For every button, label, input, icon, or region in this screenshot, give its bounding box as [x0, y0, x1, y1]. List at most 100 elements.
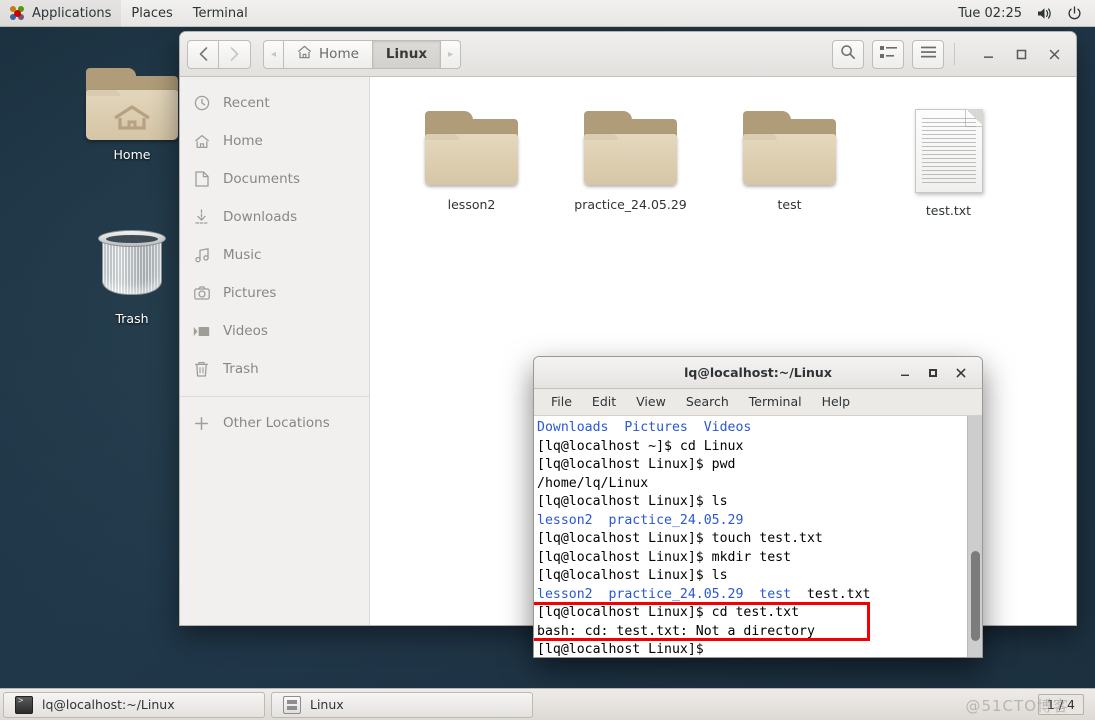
top-panel: Applications Places Terminal Tue 02:25	[0, 0, 1095, 27]
folder-icon	[582, 109, 679, 187]
taskbar-item-file-manager-label: Linux	[310, 697, 344, 712]
search-button[interactable]	[832, 39, 864, 69]
home-icon	[297, 45, 312, 63]
sidebar-item-home[interactable]: Home	[180, 122, 369, 160]
breadcrumb-scroll-left[interactable]: ◂	[263, 39, 285, 69]
file-item-label: lesson2	[447, 197, 496, 212]
terminal-maximize-button[interactable]	[922, 362, 944, 384]
minimize-button[interactable]	[973, 39, 1003, 69]
terminal-line: lesson2 practice_24.05.29	[537, 512, 744, 528]
sidebar-item-trash-label: Trash	[223, 361, 259, 377]
sidebar-item-documents-label: Documents	[223, 171, 300, 187]
terminal-window: lq@localhost:~/Linux File Edit View Sear…	[533, 356, 983, 658]
terminal-line: lesson2 practice_24.05.29 test test.txt	[537, 586, 871, 602]
sidebar-item-recent-label: Recent	[223, 95, 270, 111]
desktop-icon-home[interactable]: Home	[77, 68, 187, 162]
menu-search[interactable]: Search	[677, 389, 738, 415]
file-item-label: test	[777, 197, 802, 212]
terminal-line: /home/lq/Linux	[537, 475, 649, 491]
sidebar-item-music[interactable]: Music	[180, 236, 369, 274]
taskbar-item-file-manager[interactable]: Linux	[271, 691, 533, 718]
breadcrumb-item-linux-label: Linux	[385, 46, 428, 62]
video-icon	[193, 323, 210, 340]
desktop-icon-trash-label: Trash	[115, 311, 149, 326]
breadcrumb-item-home-label: Home	[319, 46, 359, 62]
window-controls	[973, 39, 1069, 69]
file-item-lesson2[interactable]: lesson2	[392, 101, 551, 218]
sidebar-item-trash[interactable]: Trash	[180, 350, 369, 388]
sidebar-item-videos[interactable]: Videos	[180, 312, 369, 350]
sidebar-item-music-label: Music	[223, 247, 262, 263]
taskbar-item-terminal[interactable]: lq@localhost:~/Linux	[3, 691, 265, 718]
volume-icon[interactable]	[1036, 6, 1053, 21]
file-item-label: test.txt	[925, 203, 972, 218]
terminal-line: [lq@localhost Linux]$ ls	[537, 494, 728, 509]
workspace-indicator[interactable]: 1 / 4	[1037, 694, 1084, 715]
breadcrumb-item-linux[interactable]: Linux	[372, 39, 442, 69]
back-button[interactable]	[187, 39, 219, 69]
breadcrumb-left-arrow: ◂	[271, 48, 277, 60]
terminal-icon	[15, 695, 33, 714]
desktop-icon-home-label: Home	[113, 147, 151, 162]
clock[interactable]: Tue 02:25	[958, 6, 1022, 21]
sidebar-item-pictures[interactable]: Pictures	[180, 274, 369, 312]
applications-menu[interactable]: Applications	[0, 0, 122, 27]
terminal-screen[interactable]: Downloads Pictures Videos [lq@localhost ~…	[534, 416, 982, 657]
workspace-switcher[interactable]: 1 / 4	[1037, 694, 1092, 715]
sidebar-item-downloads[interactable]: Downloads	[180, 198, 369, 236]
maximize-button[interactable]	[1006, 39, 1036, 69]
file-item-test-txt[interactable]: test.txt	[869, 101, 1028, 218]
sidebar-item-recent[interactable]: Recent	[180, 84, 369, 122]
gnome-foot-icon	[10, 5, 25, 21]
view-toggle-button[interactable]	[872, 39, 904, 69]
trash-icon	[193, 361, 210, 378]
home-icon	[193, 133, 210, 150]
sidebar-divider	[180, 396, 369, 397]
terminal-scrollbar[interactable]	[967, 416, 982, 657]
menu-terminal[interactable]: Terminal	[740, 389, 811, 415]
terminal-menubar: File Edit View Search Terminal Help	[534, 389, 982, 416]
sidebar-item-videos-label: Videos	[223, 323, 268, 339]
sidebar-item-home-label: Home	[223, 133, 263, 149]
panel-status-area: Tue 02:25	[958, 6, 1095, 21]
terminal-menu[interactable]: Terminal	[183, 0, 258, 27]
sidebar-item-downloads-label: Downloads	[223, 209, 298, 225]
music-note-icon	[193, 247, 210, 264]
forward-button[interactable]	[219, 39, 251, 69]
terminal-minimize-button[interactable]	[894, 362, 916, 384]
home-folder-icon	[84, 68, 180, 142]
nav-buttons	[187, 39, 251, 69]
menu-view[interactable]: View	[627, 389, 675, 415]
file-item-label: practice_24.05.29	[574, 197, 687, 212]
file-item-test[interactable]: test	[710, 101, 869, 218]
trash-icon	[96, 228, 168, 306]
terminal-line: [lq@localhost Linux]$	[537, 642, 704, 657]
terminal-window-controls	[894, 362, 982, 384]
close-button[interactable]	[1039, 39, 1069, 69]
places-menu[interactable]: Places	[121, 0, 182, 27]
file-item-practice[interactable]: practice_24.05.29	[551, 101, 710, 218]
power-icon[interactable]	[1067, 5, 1082, 21]
breadcrumb-item-home[interactable]: Home	[284, 39, 373, 69]
menu-help[interactable]: Help	[813, 389, 860, 415]
search-icon	[840, 44, 856, 64]
menu-edit[interactable]: Edit	[583, 389, 625, 415]
hamburger-menu-icon	[920, 45, 937, 63]
download-icon	[193, 209, 210, 226]
header-separator	[954, 43, 955, 65]
main-menu-button[interactable]	[912, 39, 944, 69]
terminal-output: Downloads Pictures Videos [lq@localhost ~…	[534, 416, 967, 657]
terminal-close-button[interactable]	[950, 362, 972, 384]
terminal-titlebar[interactable]: lq@localhost:~/Linux	[534, 357, 982, 389]
menu-file[interactable]: File	[542, 389, 581, 415]
sidebar-item-other-locations[interactable]: Other Locations	[180, 404, 369, 442]
breadcrumb-scroll-right[interactable]: ▸	[441, 39, 462, 69]
taskbar-item-terminal-label: lq@localhost:~/Linux	[42, 697, 175, 712]
terminal-line: [lq@localhost Linux]$ mkdir test	[537, 549, 792, 565]
desktop-icon-trash[interactable]: Trash	[77, 228, 187, 326]
terminal-scrollbar-thumb[interactable]	[971, 551, 980, 641]
text-file-icon	[914, 109, 983, 193]
sidebar-item-documents[interactable]: Documents	[180, 160, 369, 198]
file-manager-icon	[283, 695, 301, 714]
file-manager-header: ◂ Home Linux ▸	[180, 32, 1076, 77]
